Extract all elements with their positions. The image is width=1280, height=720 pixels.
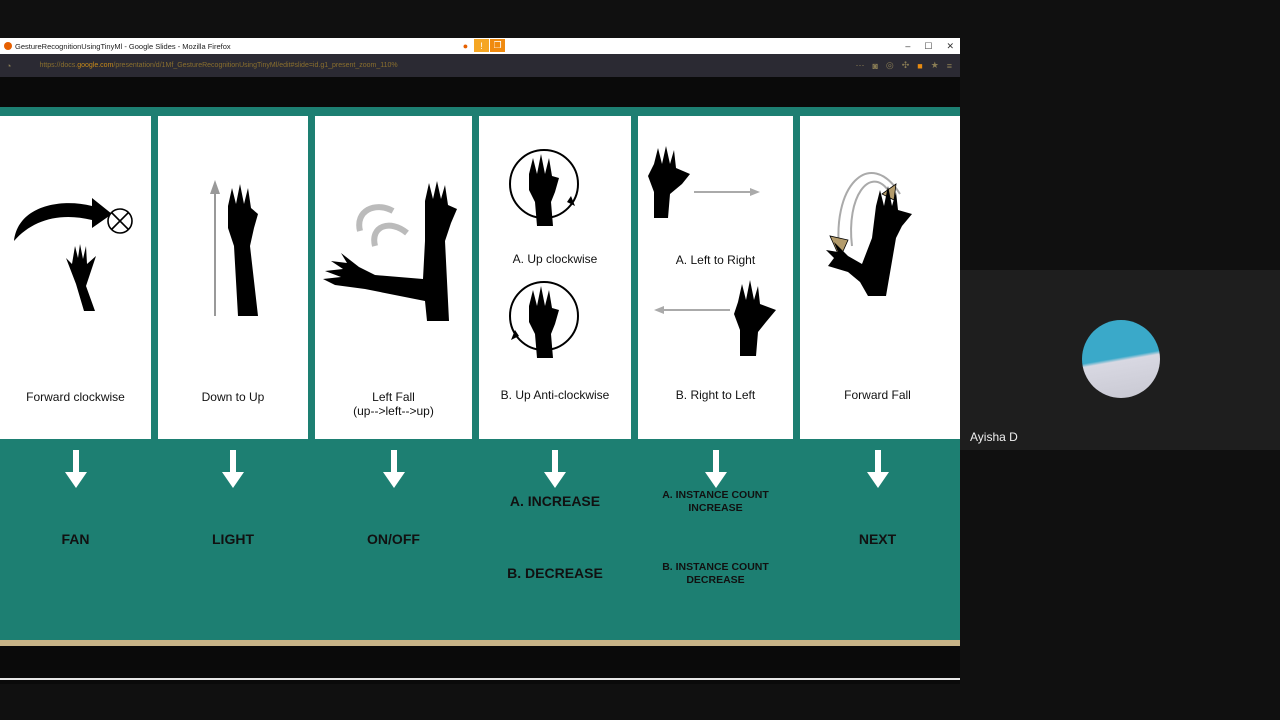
gesture-card: Down to Up: [158, 116, 308, 439]
column-divider: [793, 116, 800, 646]
title-bar-tabs: ● ! ❐: [458, 39, 505, 52]
column-divider: [151, 116, 158, 646]
action-label: ON/OFF: [367, 531, 420, 547]
gesture-label: Left Fall: [372, 390, 415, 404]
up-clockwise-gesture-icon: [509, 149, 579, 226]
gesture-column-2: Down to Up LIGHT: [158, 116, 308, 646]
slide-top-bar: [0, 107, 960, 116]
action-label-b: B. INSTANCE COUNT DECREASE: [662, 561, 769, 586]
star-icon[interactable]: ★: [931, 60, 939, 71]
action-label-b: B. DECREASE: [507, 565, 603, 581]
gesture-card: Forward Fall: [800, 116, 955, 439]
maximize-button[interactable]: ☐: [924, 38, 932, 54]
site-info-icon[interactable]: ◔: [6, 61, 11, 71]
gesture-column-4: A. Up clockwise B. Up Anti-clockwise A. …: [479, 116, 631, 646]
gesture-label-a: A. Left to Right: [675, 253, 756, 267]
gesture-column-6: Forward Fall NEXT: [800, 116, 960, 646]
gesture-label: Forward clockwise: [26, 390, 125, 404]
down-arrow-icon: [704, 450, 727, 488]
action-label-a: A. INSTANCE COUNT INCREASE: [662, 489, 769, 514]
window-title: GestureRecognitionUsingTinyMl - Google S…: [15, 41, 231, 51]
url-prefix: https://docs.: [39, 61, 78, 69]
action-label-a: A. INCREASE: [509, 493, 601, 509]
action-label: FAN: [61, 531, 90, 547]
gesture-label: Forward Fall: [844, 388, 911, 402]
fingerprint-icon[interactable]: ◎: [886, 60, 894, 71]
left-to-right-gesture-icon: [648, 146, 760, 218]
extension-icon[interactable]: !: [474, 39, 489, 52]
pocket-icon[interactable]: ◙: [872, 61, 877, 71]
gesture-sublabel: (up-->left-->up): [353, 404, 434, 418]
avatar: [1082, 320, 1160, 398]
gesture-card: Left Fall (up-->left-->up): [315, 116, 472, 439]
down-arrow-icon: [382, 450, 405, 488]
screen: GestureRecognitionUsingTinyMl - Google S…: [0, 0, 1280, 720]
menu-icon[interactable]: ≡: [947, 61, 952, 71]
addon-icon[interactable]: ■: [917, 61, 922, 71]
down-to-up-gesture-icon: [210, 180, 258, 316]
column-divider: [631, 116, 638, 646]
right-to-left-gesture-icon: [654, 280, 776, 356]
firefox-icon: [4, 42, 12, 50]
up-anticlockwise-gesture-icon: [509, 281, 579, 358]
url-host: google.com: [77, 61, 114, 69]
left-fall-gesture-icon: [323, 181, 457, 321]
url-bar[interactable]: https://docs.google.com/presentation/d/1…: [39, 58, 851, 74]
slide-bottom-bar: [0, 640, 960, 681]
slide: Forward clockwise FAN Down to Up LIGHT L…: [0, 107, 960, 681]
close-button[interactable]: ✕: [946, 38, 954, 54]
progress-line: [0, 678, 960, 680]
gesture-label-b: B. Right to Left: [675, 388, 756, 402]
action-label: LIGHT: [212, 531, 254, 547]
action-label: NEXT: [858, 531, 897, 547]
firefox-window: GestureRecognitionUsingTinyMl - Google S…: [0, 38, 960, 684]
down-arrow-icon: [222, 450, 244, 488]
extension-icon[interactable]: ✣: [902, 60, 910, 71]
window-controls: – ☐ ✕: [905, 38, 954, 54]
gold-strip: [0, 640, 960, 646]
down-arrow-icon: [867, 450, 889, 488]
navigation-toolbar: ◔ https://docs.google.com/presentation/d…: [0, 54, 960, 77]
gesture-label: Down to Up: [201, 390, 265, 404]
gesture-card: Forward clockwise: [0, 116, 151, 439]
participant-name: Ayisha D: [970, 430, 1018, 444]
down-arrow-icon: [64, 450, 87, 488]
firefox-tab-icon[interactable]: ●: [458, 39, 473, 52]
column-divider: [308, 116, 315, 646]
column-divider: [472, 116, 479, 646]
gesture-card: A. Up clockwise B. Up Anti-clockwise: [479, 116, 631, 439]
gesture-label-a: A. Up clockwise: [512, 252, 598, 266]
title-bar: GestureRecognitionUsingTinyMl - Google S…: [0, 38, 960, 54]
forward-fall-gesture-icon: [826, 172, 912, 296]
gesture-column-3: Left Fall (up-->left-->up) ON/OFF: [315, 116, 472, 646]
forward-clockwise-gesture-icon: [14, 198, 133, 311]
participant-tile[interactable]: Ayisha D: [960, 270, 1280, 450]
gesture-card: A. Left to Right B. Right to Left: [638, 116, 793, 439]
minimize-button[interactable]: –: [905, 38, 910, 54]
url-path: /presentation/d/1Mf_GestureRecognitionUs…: [113, 61, 398, 69]
gesture-label-b: B. Up Anti-clockwise: [500, 388, 610, 402]
gesture-column-5: A. Left to Right B. Right to Left A. INS…: [638, 116, 793, 646]
down-arrow-icon: [544, 450, 566, 488]
more-icon[interactable]: ⋯: [855, 60, 864, 71]
window-tab-icon[interactable]: ❐: [490, 39, 505, 52]
gesture-column-1: Forward clockwise FAN: [0, 116, 151, 646]
